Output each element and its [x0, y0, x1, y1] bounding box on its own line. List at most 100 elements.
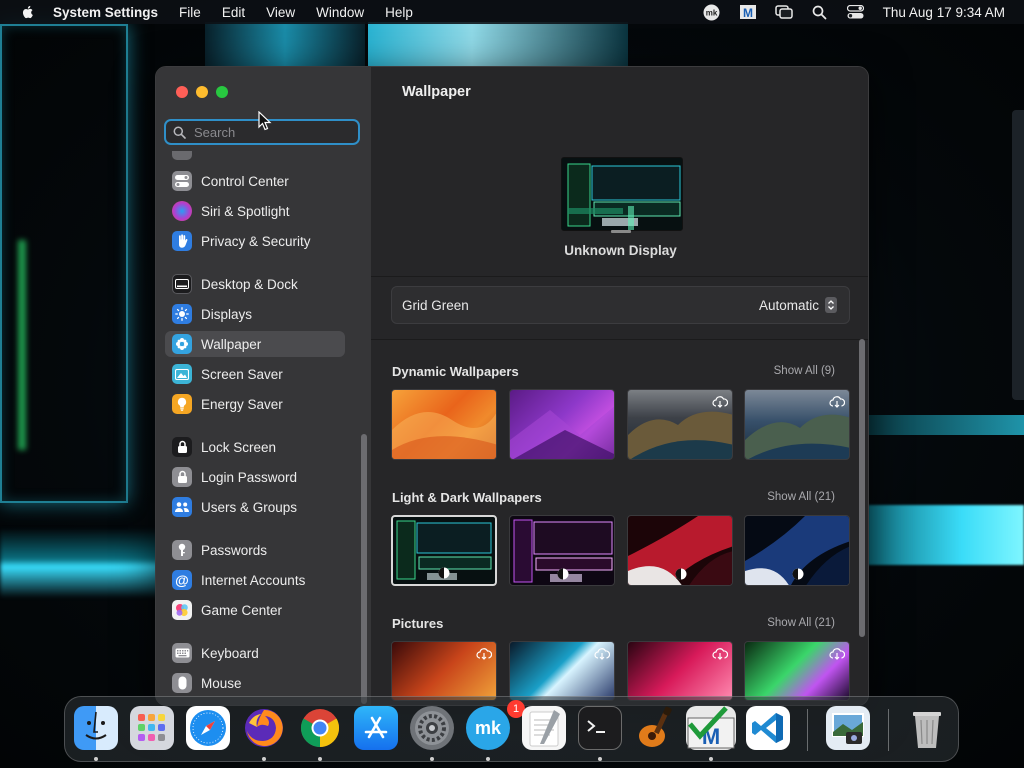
light-dark-badge-icon: [792, 568, 804, 580]
show-all-dynamic-button[interactable]: Show All (9): [774, 365, 835, 377]
show-all-light-dark-button[interactable]: Show All (21): [767, 491, 835, 503]
sidebar-item-hidden[interactable]: [165, 151, 345, 163]
sidebar-item-privacy-security[interactable]: Privacy & Security: [165, 228, 345, 254]
wallpaper-glow: [868, 415, 1024, 435]
wallpaper-thumbnail-selected[interactable]: [391, 515, 497, 586]
display-wallpaper-thumbnail[interactable]: [561, 157, 683, 231]
wallpaper-thumbnail[interactable]: [744, 515, 850, 586]
sidebar-item-label: Passwords: [201, 542, 268, 558]
download-cloud-icon[interactable]: [829, 396, 845, 408]
download-cloud-icon[interactable]: [476, 648, 492, 660]
spotlight-search-icon[interactable]: [811, 4, 829, 20]
sidebar-item-wallpaper[interactable]: Wallpaper: [165, 331, 345, 357]
menu-file[interactable]: File: [179, 5, 201, 20]
menu-app-name[interactable]: System Settings: [53, 5, 158, 20]
key-icon: [172, 540, 192, 560]
dock-trash-icon[interactable]: [905, 706, 949, 750]
sidebar-item-label: Users & Groups: [201, 499, 298, 515]
wallpaper-thumbnail[interactable]: [627, 641, 733, 701]
screen-mirroring-icon[interactable]: [774, 4, 793, 20]
dock-preview-icon[interactable]: [826, 706, 870, 750]
sidebar-item-game-center[interactable]: Game Center: [165, 597, 345, 623]
wallpaper-thumbnail[interactable]: [744, 641, 850, 701]
dock-garageband-icon[interactable]: [634, 706, 678, 750]
section-title-dynamic: Dynamic Wallpapers: [392, 364, 519, 379]
appearance-mode-value: Automatic: [758, 297, 819, 313]
zoom-button[interactable]: [216, 86, 228, 98]
appearance-mode-select[interactable]: Automatic: [759, 297, 837, 313]
wallpaper-thumbnail[interactable]: [627, 389, 733, 460]
sidebar-item-siri-spotlight[interactable]: Siri & Spotlight: [165, 198, 345, 224]
wallpaper-thumbnail[interactable]: [391, 641, 497, 701]
current-wallpaper-row: Grid Green Automatic: [391, 286, 850, 324]
running-indicator: [262, 757, 266, 761]
dock-vscode-icon[interactable]: [746, 706, 790, 750]
main-scrollbar[interactable]: [859, 339, 865, 637]
display-preview: Unknown Display: [371, 117, 868, 277]
dock-monitor-icon[interactable]: M: [686, 706, 736, 750]
download-cloud-icon[interactable]: [829, 648, 845, 660]
wallpaper-thumbnail[interactable]: [509, 515, 615, 586]
svg-text:mk: mk: [475, 718, 502, 738]
running-indicator: [598, 757, 602, 761]
dock-app-store-icon[interactable]: [354, 706, 398, 750]
mouse-icon: [172, 673, 192, 693]
wallpaper-glow: [0, 528, 180, 598]
wallpaper-glow: [18, 240, 26, 450]
menu-help[interactable]: Help: [385, 5, 413, 20]
wallpaper-thumbnail[interactable]: [627, 515, 733, 586]
sidebar-item-mouse[interactable]: Mouse: [165, 670, 345, 696]
running-indicator: [709, 757, 713, 761]
sidebar-item-internet-accounts[interactable]: @ Internet Accounts: [165, 567, 345, 593]
sidebar-scrollbar[interactable]: [361, 434, 367, 704]
wallpaper-thumbnail[interactable]: [391, 389, 497, 460]
mk-icon[interactable]: mk: [703, 4, 721, 20]
sidebar-item-lock-screen[interactable]: Lock Screen: [165, 434, 345, 460]
padlock-icon: [172, 467, 192, 487]
menu-clock[interactable]: Thu Aug 17 9:34 AM: [883, 5, 1005, 20]
sidebar-item-passwords[interactable]: Passwords: [165, 537, 345, 563]
dock-safari-icon[interactable]: [186, 706, 230, 750]
system-settings-window: Control Center Siri & Spotlight Privacy …: [155, 66, 869, 706]
dock-mk-icon[interactable]: mk: [466, 706, 510, 750]
sidebar-item-control-center[interactable]: Control Center: [165, 168, 345, 194]
sidebar-item-keyboard[interactable]: Keyboard: [165, 640, 345, 666]
lock-icon: [172, 437, 192, 457]
apple-logo-icon[interactable]: [20, 4, 36, 20]
sidebar-item-displays[interactable]: Displays: [165, 301, 345, 327]
m-app-icon[interactable]: M: [739, 4, 757, 20]
dock-launchpad-icon[interactable]: [130, 706, 174, 750]
dock-chrome-icon[interactable]: [298, 706, 342, 750]
current-wallpaper-name: Grid Green: [402, 297, 469, 313]
display-stand: [611, 230, 631, 233]
siri-icon: [172, 201, 192, 221]
sidebar-item-energy-saver[interactable]: Energy Saver: [165, 391, 345, 417]
download-cloud-icon[interactable]: [712, 648, 728, 660]
download-cloud-icon[interactable]: [594, 648, 610, 660]
sidebar-item-desktop-dock[interactable]: Desktop & Dock: [165, 271, 345, 297]
control-center-icon[interactable]: [847, 4, 865, 20]
sidebar-item-login-password[interactable]: Login Password: [165, 464, 345, 490]
screen-saver-icon: [172, 364, 192, 384]
sidebar-item-screen-saver[interactable]: Screen Saver: [165, 361, 345, 387]
dock-firefox-icon[interactable]: [242, 706, 286, 750]
menu-edit[interactable]: Edit: [222, 5, 245, 20]
minimize-button[interactable]: [196, 86, 208, 98]
dock-finder-icon[interactable]: [74, 706, 118, 750]
download-cloud-icon[interactable]: [712, 396, 728, 408]
sidebar-item-users-groups[interactable]: Users & Groups: [165, 494, 345, 520]
show-all-pictures-button[interactable]: Show All (21): [767, 617, 835, 629]
menu-window[interactable]: Window: [316, 5, 364, 20]
dock-textedit-icon[interactable]: [522, 706, 566, 750]
wallpaper-icon: [172, 334, 192, 354]
wallpaper-thumbnail[interactable]: [509, 389, 615, 460]
menu-view[interactable]: View: [266, 5, 295, 20]
dock-terminal-icon[interactable]: [578, 706, 622, 750]
wallpaper-thumbnail[interactable]: [744, 389, 850, 460]
wallpaper-thumbnail[interactable]: [509, 641, 615, 701]
dock-system-settings-icon[interactable]: [410, 706, 454, 750]
running-indicator: [318, 757, 322, 761]
section-title-light-dark: Light & Dark Wallpapers: [392, 490, 542, 505]
svg-text:M: M: [743, 6, 753, 19]
close-button[interactable]: [176, 86, 188, 98]
